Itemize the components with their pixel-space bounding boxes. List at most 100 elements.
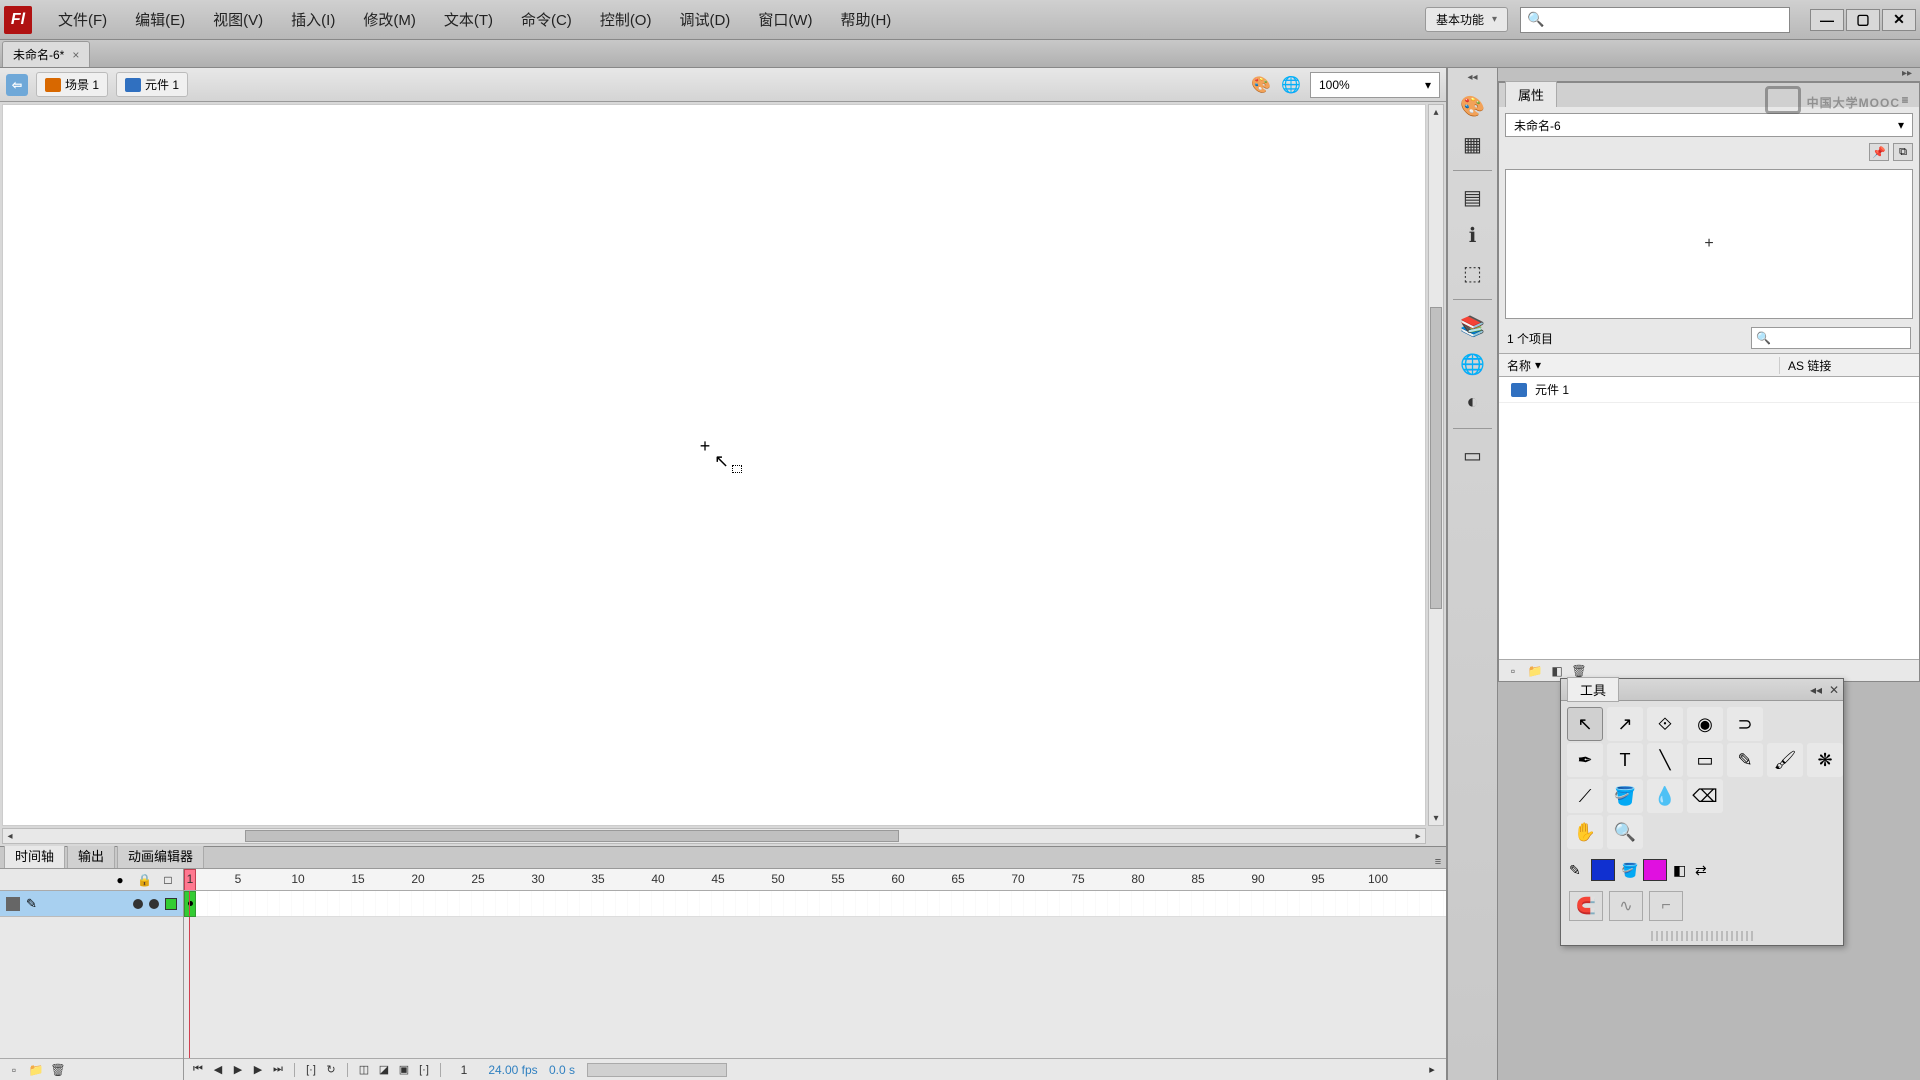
library-panel-icon[interactable]: 📚 [1455, 308, 1491, 344]
color-mixer-icon[interactable]: ◐ [1455, 384, 1491, 420]
layer-lock-toggle[interactable] [149, 899, 159, 909]
library-search-input[interactable]: 🔍 [1751, 327, 1911, 349]
menu-help[interactable]: 帮助(H) [830, 5, 901, 34]
step-back-button[interactable]: ◀ [210, 1062, 226, 1078]
menu-modify[interactable]: 修改(M) [353, 5, 426, 34]
panel-menu-icon[interactable]: ≡ [1430, 856, 1446, 868]
component-panel-icon[interactable]: ▭ [1455, 437, 1491, 473]
timeline-horizontal-scrollbar[interactable] [587, 1063, 727, 1077]
scroll-right-icon[interactable]: ▸ [1424, 1062, 1440, 1078]
free-transform-tool[interactable]: ⟐ [1647, 707, 1683, 741]
workspace-switcher[interactable]: 基本功能 ▾ [1425, 7, 1508, 32]
paint-bucket-tool[interactable]: 🪣 [1607, 779, 1643, 813]
back-button[interactable]: ⇦ [6, 74, 28, 96]
panel-expand-bar[interactable]: ▸▸ [1498, 68, 1920, 82]
new-layer-button[interactable]: ▫ [6, 1062, 22, 1078]
pin-library-button[interactable]: 📌 [1869, 143, 1889, 161]
subselection-tool[interactable]: ↗ [1607, 707, 1643, 741]
scroll-up-icon[interactable]: ▴ [1429, 105, 1443, 119]
layer-visible-toggle[interactable] [133, 899, 143, 909]
visibility-header-icon[interactable]: ● [113, 873, 127, 887]
close-icon[interactable]: ✕ [1825, 683, 1843, 697]
collapse-icon[interactable]: ◂◂ [1807, 683, 1825, 697]
tools-panel-titlebar[interactable]: 工具 ◂◂ ✕ [1561, 679, 1843, 701]
new-symbol-button[interactable]: ▫ [1505, 663, 1521, 679]
scrollbar-thumb[interactable] [245, 830, 899, 842]
close-icon[interactable]: × [72, 48, 79, 62]
bone-tool[interactable]: ⟋ [1567, 779, 1603, 813]
snap-to-objects-button[interactable]: 🧲 [1569, 891, 1603, 921]
3d-rotation-tool[interactable]: ◉ [1687, 707, 1723, 741]
library-item[interactable]: 元件 1 [1499, 377, 1919, 403]
menu-edit[interactable]: 编辑(E) [125, 5, 195, 34]
center-frame-button[interactable]: [·] [303, 1062, 319, 1078]
keyframe-icon[interactable] [184, 891, 196, 917]
lock-header-icon[interactable]: 🔒 [137, 873, 151, 887]
color-panel-icon[interactable]: 🎨 [1455, 88, 1491, 124]
frames-row[interactable] [184, 891, 1446, 917]
library-document-dropdown[interactable]: 未命名-6 ▾ [1505, 113, 1913, 137]
text-tool[interactable]: T [1607, 743, 1643, 777]
stroke-color-swatch[interactable] [1591, 859, 1615, 881]
selection-tool[interactable]: ↖ [1567, 707, 1603, 741]
stage-vertical-scrollbar[interactable]: ▴ ▾ [1428, 104, 1444, 826]
eyedropper-tool[interactable]: 💧 [1647, 779, 1683, 813]
swap-colors-button[interactable]: ⇄ [1695, 862, 1711, 879]
eraser-tool[interactable]: ⌫ [1687, 779, 1723, 813]
scroll-left-icon[interactable]: ◂ [3, 829, 17, 843]
zoom-tool[interactable]: 🔍 [1607, 815, 1643, 849]
panel-menu-icon[interactable]: ≡ [1895, 93, 1915, 107]
window-minimize-button[interactable]: — [1810, 9, 1844, 31]
stage-horizontal-scrollbar[interactable]: ◂ ▸ [2, 828, 1426, 844]
layer-row[interactable]: ✎ [0, 891, 183, 917]
step-forward-button[interactable]: ▶ [250, 1062, 266, 1078]
menu-text[interactable]: 文本(T) [434, 5, 503, 34]
outline-header-icon[interactable]: □ [161, 873, 175, 887]
layer-outline-toggle[interactable] [165, 898, 177, 910]
help-search-input[interactable]: 🔍 [1520, 7, 1790, 33]
transform-panel-icon[interactable]: ⬚ [1455, 255, 1491, 291]
menu-window[interactable]: 窗口(W) [748, 5, 822, 34]
onion-skin-outline-button[interactable]: ◪ [376, 1062, 392, 1078]
delete-layer-button[interactable]: 🗑 [50, 1062, 66, 1078]
line-tool[interactable]: ╲ [1647, 743, 1683, 777]
goto-last-button[interactable]: ⏭ [270, 1062, 286, 1078]
smooth-button[interactable]: ∿ [1609, 891, 1643, 921]
new-folder-button[interactable]: 📁 [1527, 663, 1543, 679]
new-library-panel-button[interactable]: ⧉ [1893, 143, 1913, 161]
new-folder-button[interactable]: 📁 [28, 1062, 44, 1078]
menu-file[interactable]: 文件(F) [48, 5, 117, 34]
properties-button[interactable]: ◧ [1549, 663, 1565, 679]
frame-ruler[interactable]: 1510152025303540455055606570758085909510… [184, 869, 1446, 891]
edit-scene-icon[interactable]: 🎨 [1250, 74, 1272, 96]
edit-symbol-icon[interactable]: 🌐 [1280, 74, 1302, 96]
edit-multiple-frames-button[interactable]: ▣ [396, 1062, 412, 1078]
loop-button[interactable]: ↻ [323, 1062, 339, 1078]
menu-view[interactable]: 视图(V) [203, 5, 273, 34]
scrollbar-thumb[interactable] [1430, 307, 1442, 609]
menu-control[interactable]: 控制(O) [590, 5, 662, 34]
pencil-tool[interactable]: ✎ [1727, 743, 1763, 777]
lasso-tool[interactable]: ⊃ [1727, 707, 1763, 741]
onion-skin-button[interactable]: ◫ [356, 1062, 372, 1078]
swatch-panel-icon[interactable]: 🌐 [1455, 346, 1491, 382]
rectangle-tool[interactable]: ▭ [1687, 743, 1723, 777]
scroll-down-icon[interactable]: ▾ [1429, 811, 1443, 825]
tab-properties[interactable]: 属性 [1505, 81, 1557, 107]
pen-tool[interactable]: ✒ [1567, 743, 1603, 777]
hand-tool[interactable]: ✋ [1567, 815, 1603, 849]
info-panel-icon[interactable]: ℹ [1455, 217, 1491, 253]
menu-insert[interactable]: 插入(I) [281, 5, 345, 34]
resize-grip[interactable] [1651, 931, 1753, 941]
window-close-button[interactable]: ✕ [1882, 9, 1916, 31]
straighten-button[interactable]: ⌐ [1649, 891, 1683, 921]
column-name[interactable]: 名称 ▾ [1499, 357, 1779, 374]
deco-tool[interactable]: ❋ [1807, 743, 1843, 777]
fill-color-swatch[interactable] [1643, 859, 1667, 881]
column-as-linkage[interactable]: AS 链接 [1779, 357, 1919, 374]
breadcrumb-symbol[interactable]: 元件 1 [116, 72, 188, 97]
swatches-panel-icon[interactable]: ▦ [1455, 126, 1491, 162]
menu-debug[interactable]: 调试(D) [669, 5, 740, 34]
scroll-right-icon[interactable]: ▸ [1411, 829, 1425, 843]
black-white-button[interactable]: ◧ [1673, 862, 1689, 879]
